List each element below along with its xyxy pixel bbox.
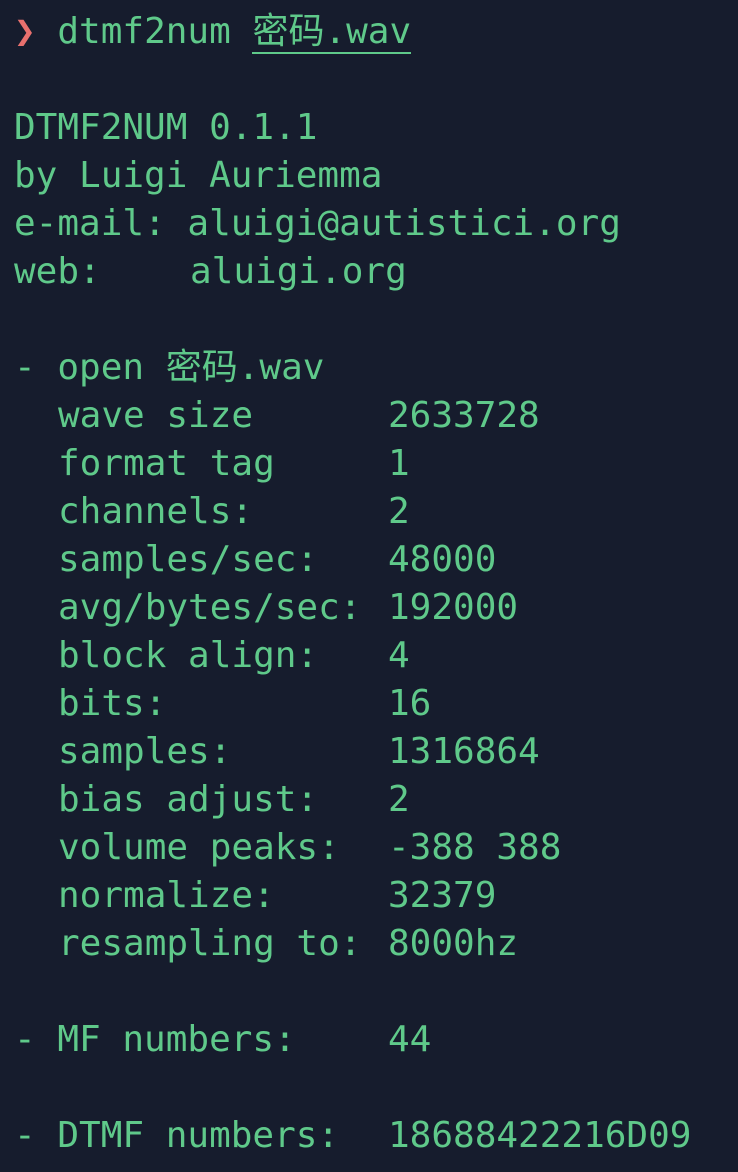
wav-property-value: 8000hz: [388, 923, 519, 964]
wav-property-value: 48000: [388, 539, 497, 580]
wav-property-key: normalize:: [58, 875, 275, 916]
wav-property-value: 2: [388, 491, 410, 532]
wav-property-key: format tag: [58, 443, 275, 484]
dtmf-label: - DTMF numbers:: [14, 1115, 340, 1156]
program-author: by Luigi Auriemma: [14, 155, 383, 196]
wav-property-row: volume peaks: -388 388: [14, 824, 734, 872]
command-line: ❯ dtmf2num 密码.wav: [14, 8, 734, 56]
wav-property-key: samples:: [58, 731, 232, 772]
web-label: web:: [14, 251, 101, 292]
email-line: e-mail: aluigi@autistici.org: [14, 200, 734, 248]
mf-label: - MF numbers:: [14, 1019, 296, 1060]
wav-property-row: samples: 1316864: [14, 728, 734, 776]
wav-property-key: block align:: [58, 635, 319, 676]
wav-property-row: format tag 1: [14, 440, 734, 488]
wav-property-row: normalize: 32379: [14, 872, 734, 920]
wav-property-value: 4: [388, 635, 410, 676]
email-label: e-mail:: [14, 203, 166, 244]
wav-property-value: 1316864: [388, 731, 540, 772]
wav-property-row: samples/sec: 48000: [14, 536, 734, 584]
open-file-line: - open 密码.wav: [14, 347, 325, 388]
mf-value: 44: [388, 1019, 432, 1060]
wav-property-row: wave size 2633728: [14, 392, 734, 440]
wav-property-row: bias adjust: 2: [14, 776, 734, 824]
wav-property-key: resampling to:: [58, 923, 362, 964]
wav-property-value: 32379: [388, 875, 497, 916]
wav-property-key: samples/sec:: [58, 539, 319, 580]
prompt-chevron-icon: ❯: [14, 11, 36, 52]
wav-property-key: bias adjust:: [58, 779, 319, 820]
command-argument[interactable]: 密码.wav: [252, 11, 412, 54]
wav-property-key: wave size: [58, 395, 254, 436]
dtmf-result-line: - DTMF numbers: 18688422216D09: [14, 1112, 734, 1160]
web-value: aluigi.org: [190, 251, 407, 292]
wav-property-row: resampling to: 8000hz: [14, 920, 734, 968]
dtmf-value: 18688422216D09: [388, 1115, 692, 1156]
program-title: DTMF2NUM 0.1.1: [14, 107, 318, 148]
wav-property-value: 192000: [388, 587, 519, 628]
wav-property-key: bits:: [58, 683, 167, 724]
command-name: dtmf2num: [57, 11, 231, 52]
wav-property-value: 1: [388, 443, 410, 484]
wav-property-value: 16: [388, 683, 432, 724]
wav-property-row: channels: 2: [14, 488, 734, 536]
wav-property-value: 2633728: [388, 395, 540, 436]
wav-properties-list: wave size 2633728 format tag 1 channels: 2 sam…: [14, 392, 734, 968]
wav-property-key: channels:: [58, 491, 254, 532]
web-line: web: aluigi.org: [14, 248, 734, 296]
wav-property-row: avg/bytes/sec: 192000: [14, 584, 734, 632]
mf-result-line: - MF numbers: 44: [14, 1016, 734, 1064]
wav-property-value: 2: [388, 779, 410, 820]
wav-property-key: volume peaks:: [58, 827, 340, 868]
terminal-output: ❯ dtmf2num 密码.wav DTMF2NUM 0.1.1 by Luig…: [14, 8, 734, 1160]
wav-property-row: block align: 4: [14, 632, 734, 680]
wav-property-row: bits: 16: [14, 680, 734, 728]
wav-property-value: -388 388: [388, 827, 562, 868]
email-value: aluigi@autistici.org: [187, 203, 621, 244]
wav-property-key: avg/bytes/sec:: [58, 587, 362, 628]
